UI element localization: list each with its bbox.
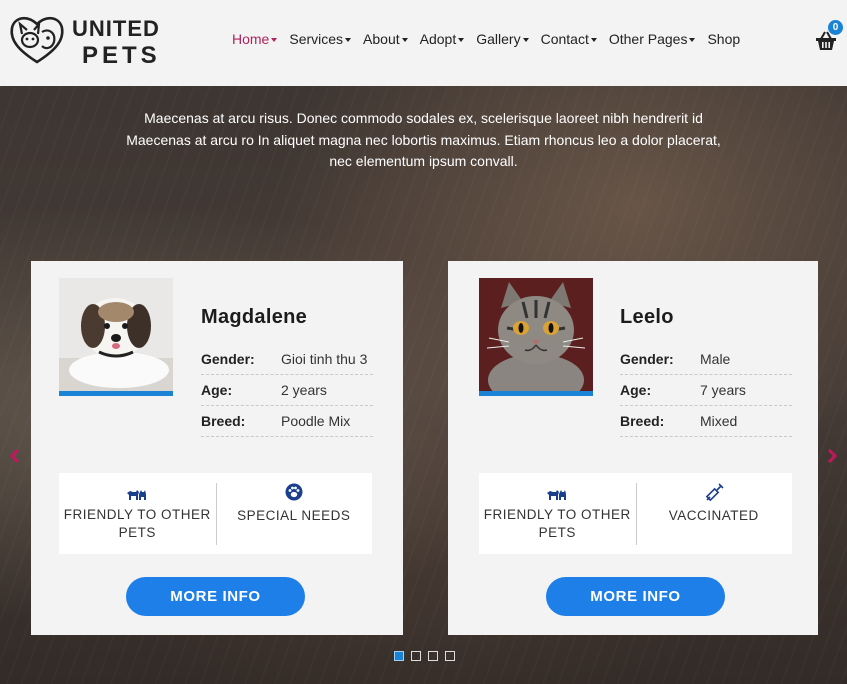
gender-label: Gender: xyxy=(201,351,255,367)
nav-services[interactable]: Services xyxy=(289,31,352,47)
pet-features: Friendly to other pets Vaccinated xyxy=(479,473,792,554)
nav-other-pages-label: Other Pages xyxy=(608,31,688,47)
age-row: Age: 7 years xyxy=(620,375,792,406)
age-value: 7 years xyxy=(700,382,746,398)
more-info-button[interactable]: MORE INFO xyxy=(126,577,305,616)
cart-count-badge: 0 xyxy=(828,20,843,35)
chevron-left-icon[interactable] xyxy=(10,448,20,464)
chevron-down-icon xyxy=(689,37,696,42)
nav-shop-label: Shop xyxy=(707,31,741,47)
nav-home[interactable]: Home xyxy=(232,31,278,47)
carousel-dot[interactable] xyxy=(394,651,404,661)
nav-contact[interactable]: Contact xyxy=(541,31,597,47)
pet-info-list: Gender: Gioi tinh thu 3 Age: 2 years Bre… xyxy=(201,344,373,437)
nav-adopt[interactable]: Adopt xyxy=(420,31,465,47)
breed-row: Breed: Poodle Mix xyxy=(201,406,373,437)
hero-description: Maecenas at arcu risus. Donec commodo so… xyxy=(100,108,747,173)
paw-icon xyxy=(285,483,303,501)
syringe-icon xyxy=(705,483,724,502)
age-row: Age: 2 years xyxy=(201,375,373,406)
dog-photo-image xyxy=(59,278,173,396)
feature-label: Special needs xyxy=(237,508,351,523)
chevron-down-icon xyxy=(590,37,597,42)
pet-name[interactable]: Leelo xyxy=(620,306,674,329)
feature-label: Friendly to other pets xyxy=(63,507,211,540)
chevron-down-icon xyxy=(522,37,529,42)
gender-value: Male xyxy=(700,351,731,367)
hero-text-line-1: Maecenas at arcu risus. Donec commodo so… xyxy=(144,110,703,126)
nav-adopt-label: Adopt xyxy=(419,31,457,47)
feature-friendly: Friendly to other pets xyxy=(59,473,216,554)
gender-row: Gender: Gioi tinh thu 3 xyxy=(201,344,373,375)
nav-about-label: About xyxy=(363,31,400,47)
site-header: UNITED PETS Home Services About Adopt Ga… xyxy=(0,0,847,86)
feature-vaccinated: Vaccinated xyxy=(635,473,793,554)
nav-shop[interactable]: Shop xyxy=(707,31,740,47)
breed-value: Poodle Mix xyxy=(281,413,351,429)
dog-cat-icon xyxy=(547,490,567,500)
feature-friendly: Friendly to other pets xyxy=(479,473,636,554)
chevron-down-icon xyxy=(401,37,408,42)
photo-accent-bar xyxy=(59,391,173,396)
hero-text-line-2: Maecenas at arcu ro In aliquet magna nec… xyxy=(126,131,721,148)
carousel-dot[interactable] xyxy=(411,651,421,661)
chevron-down-icon xyxy=(458,37,465,42)
breed-value: Mixed xyxy=(700,413,738,429)
pet-features: Friendly to other pets Special needs xyxy=(59,473,372,554)
chevron-down-icon xyxy=(345,37,352,42)
breed-label: Breed: xyxy=(620,413,665,429)
pet-card: Leelo Gender: Male Age: 7 years Breed: M… xyxy=(448,261,818,635)
pet-card: Magdalene Gender: Gioi tinh thu 3 Age: 2… xyxy=(31,261,403,635)
pets-slider-section: Maecenas at arcu risus. Donec commodo so… xyxy=(0,86,847,684)
breed-row: Breed: Mixed xyxy=(620,406,792,437)
pets-logo-icon xyxy=(10,16,64,64)
carousel-dot[interactable] xyxy=(428,651,438,661)
feature-special-needs: Special needs xyxy=(215,473,373,554)
gender-value: Gioi tinh thu 3 xyxy=(281,351,368,367)
logo-text: UNITED PETS xyxy=(72,18,161,68)
nav-other-pages[interactable]: Other Pages xyxy=(609,31,696,47)
photo-accent-bar xyxy=(479,391,593,396)
pet-info-list: Gender: Male Age: 7 years Breed: Mixed xyxy=(620,344,792,437)
pet-photo[interactable] xyxy=(59,278,173,396)
carousel-dot[interactable] xyxy=(445,651,455,661)
gender-label: Gender: xyxy=(620,351,674,367)
hero-text-line-3: nec elementum ipsum convall. xyxy=(329,153,518,169)
feature-label: Friendly to other pets xyxy=(483,507,631,540)
more-info-button[interactable]: MORE INFO xyxy=(546,577,725,616)
gender-row: Gender: Male xyxy=(620,344,792,375)
site-logo[interactable]: UNITED PETS xyxy=(8,12,161,68)
nav-contact-label: Contact xyxy=(540,31,589,47)
chevron-right-icon[interactable] xyxy=(827,448,837,464)
age-value: 2 years xyxy=(281,382,327,398)
nav-gallery[interactable]: Gallery xyxy=(476,31,529,47)
nav-home-label: Home xyxy=(232,31,270,47)
breed-label: Breed: xyxy=(201,413,246,429)
age-label: Age: xyxy=(620,382,652,398)
main-nav: Home Services About Adopt Gallery Contac… xyxy=(232,31,752,47)
cat-photo-image xyxy=(479,278,593,396)
age-label: Age: xyxy=(201,382,233,398)
nav-about[interactable]: About xyxy=(363,31,408,47)
pet-photo[interactable] xyxy=(479,278,593,396)
feature-label: Vaccinated xyxy=(668,508,759,523)
chevron-down-icon xyxy=(271,37,278,42)
logo-line-2: PETS xyxy=(82,42,161,69)
pet-name[interactable]: Magdalene xyxy=(201,306,307,329)
dog-cat-icon xyxy=(127,490,147,500)
carousel-pagination xyxy=(394,651,455,661)
nav-gallery-label: Gallery xyxy=(476,31,521,47)
nav-services-label: Services xyxy=(289,31,344,47)
logo-line-1: UNITED xyxy=(72,16,160,41)
